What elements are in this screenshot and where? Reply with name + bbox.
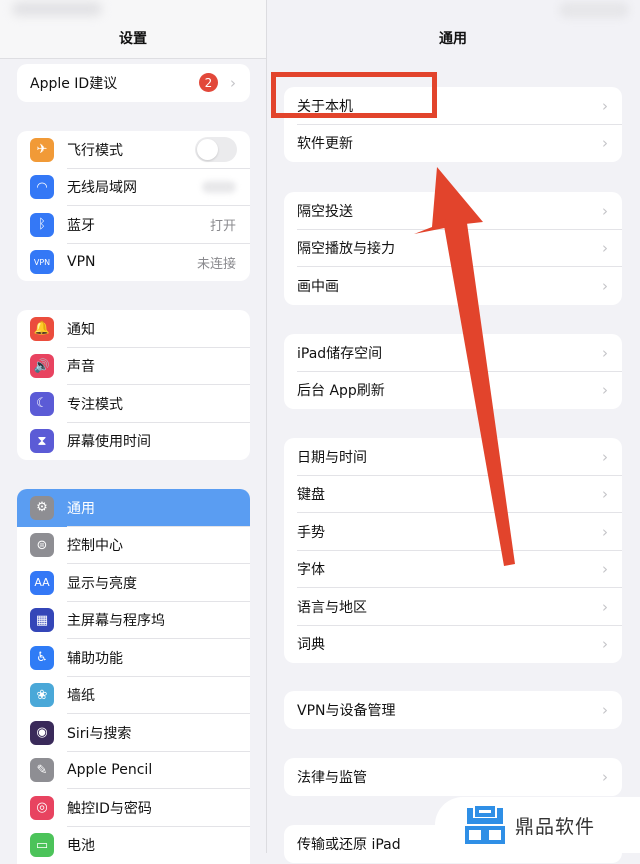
annotation-arrow: [0, 0, 640, 853]
watermark: 鼎品软件: [435, 797, 640, 853]
arrow-shaft: [443, 216, 515, 566]
watermark-text: 鼎品软件: [515, 812, 595, 839]
watermark-logo-icon: [465, 806, 505, 844]
